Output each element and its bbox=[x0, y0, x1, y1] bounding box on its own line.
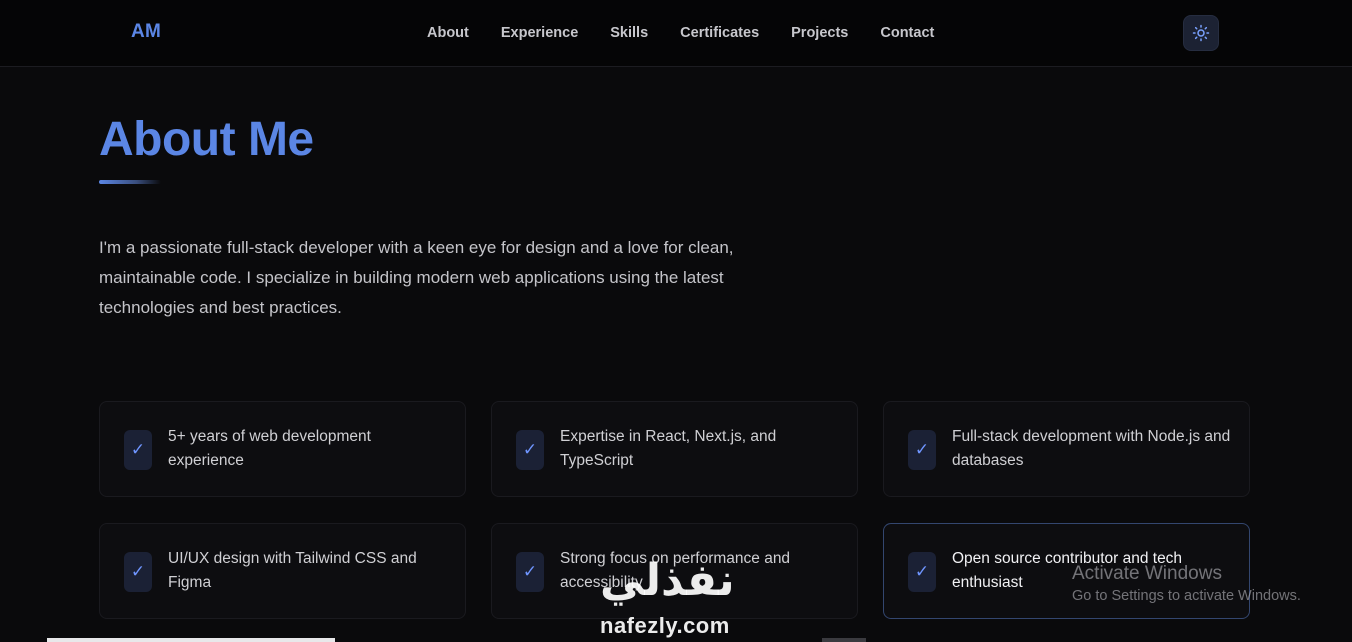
sun-icon bbox=[1192, 24, 1210, 42]
check-icon: ✓ bbox=[516, 552, 544, 592]
theme-toggle-button[interactable] bbox=[1183, 15, 1219, 51]
navbar: AM About Experience Skills Certificates … bbox=[0, 0, 1352, 67]
check-icon: ✓ bbox=[908, 430, 936, 470]
highlight-text: Expertise in React, Next.js, and TypeScr… bbox=[560, 428, 777, 469]
highlight-card: ✓ Full-stack development with Node.js an… bbox=[883, 401, 1250, 497]
about-intro: I'm a passionate full-stack developer wi… bbox=[99, 238, 734, 317]
check-icon: ✓ bbox=[124, 552, 152, 592]
check-icon: ✓ bbox=[516, 430, 544, 470]
highlight-text: UI/UX design with Tailwind CSS and Figma bbox=[168, 550, 417, 591]
activate-windows-subtitle: Go to Settings to activate Windows. bbox=[1072, 588, 1301, 604]
activate-windows-title: Activate Windows bbox=[1072, 563, 1222, 584]
highlight-text: Full-stack development with Node.js and … bbox=[952, 428, 1231, 469]
highlight-card: ✓ Expertise in React, Next.js, and TypeS… bbox=[491, 401, 858, 497]
nav-link-skills[interactable]: Skills bbox=[610, 25, 648, 41]
highlight-card: ✓ UI/UX design with Tailwind CSS and Fig… bbox=[99, 523, 466, 619]
watermark-arabic-text: نفذلي bbox=[600, 555, 735, 606]
check-icon: ✓ bbox=[124, 430, 152, 470]
watermark-latin-text: nafezly.com bbox=[600, 613, 730, 638]
site-logo[interactable]: AM bbox=[131, 21, 161, 43]
taskbar-strip-secondary bbox=[822, 638, 866, 642]
nav-link-projects[interactable]: Projects bbox=[791, 25, 848, 41]
nav-link-certificates[interactable]: Certificates bbox=[680, 25, 759, 41]
nafezly-watermark-logo: نفذلي nafezly.com bbox=[592, 555, 762, 640]
nav-link-about[interactable]: About bbox=[427, 25, 469, 41]
heading-underline bbox=[99, 180, 161, 184]
highlight-text: 5+ years of web development experience bbox=[168, 428, 371, 469]
highlight-card: ✓ 5+ years of web development experience bbox=[99, 401, 466, 497]
taskbar-strip bbox=[47, 638, 335, 642]
check-icon: ✓ bbox=[908, 552, 936, 592]
about-heading: About Me bbox=[99, 113, 314, 166]
nav-link-contact[interactable]: Contact bbox=[880, 25, 934, 41]
nav-link-experience[interactable]: Experience bbox=[501, 25, 578, 41]
nav-links: About Experience Skills Certificates Pro… bbox=[427, 25, 966, 41]
